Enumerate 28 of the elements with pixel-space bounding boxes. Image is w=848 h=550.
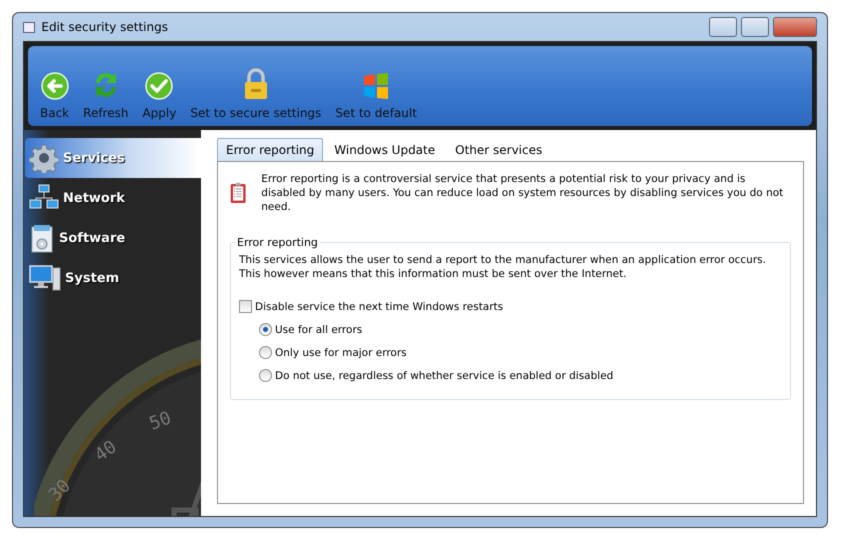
sidebar-item[interactable]: Network bbox=[25, 178, 201, 218]
gear-icon bbox=[29, 143, 59, 173]
toolbar-button[interactable]: Refresh bbox=[79, 70, 132, 120]
tab[interactable]: Error reporting bbox=[217, 138, 324, 161]
toolbar-button[interactable]: Set to default bbox=[331, 72, 421, 120]
close-button[interactable] bbox=[773, 17, 817, 37]
minimize-button[interactable] bbox=[709, 17, 737, 37]
tab[interactable]: Other services bbox=[446, 138, 552, 161]
radio-option[interactable]: Only use for major errors bbox=[239, 341, 782, 364]
disable-checkbox[interactable]: Disable service the next time Windows restarts bbox=[239, 295, 782, 318]
padlock-icon bbox=[242, 68, 269, 100]
toolbar-button[interactable]: Apply bbox=[138, 72, 180, 120]
sidebar-item[interactable]: Software bbox=[25, 218, 201, 258]
checkmark-icon bbox=[145, 72, 174, 100]
radio-option[interactable]: Use for all errors bbox=[239, 318, 782, 341]
maximize-button[interactable] bbox=[741, 17, 769, 37]
intro-text: Error reporting is a controversial service that presents a potential risk to your privacy and is disabled by many users. You can reduce load on system resources by disabling services you do not need. bbox=[261, 172, 784, 214]
app-icon bbox=[23, 22, 36, 32]
software-box-icon bbox=[29, 223, 55, 253]
toolbar-button[interactable]: Back bbox=[36, 72, 74, 120]
toolbar-button[interactable]: Set to secure settings bbox=[186, 68, 326, 120]
group-title: Error reporting bbox=[236, 236, 319, 249]
window-title: Edit security settings bbox=[41, 20, 168, 34]
radio-option[interactable]: Do not use, regardless of whether service is enabled or disabled bbox=[239, 364, 782, 387]
tab[interactable]: Windows Update bbox=[325, 138, 444, 161]
desktop-computer-icon bbox=[29, 264, 61, 292]
sidebar-item[interactable]: System bbox=[25, 258, 201, 298]
description-text: This services allows the user to send a report to the manufacturer when an application error occurs. This however means that this information must be sent over the Internet. bbox=[239, 253, 767, 281]
